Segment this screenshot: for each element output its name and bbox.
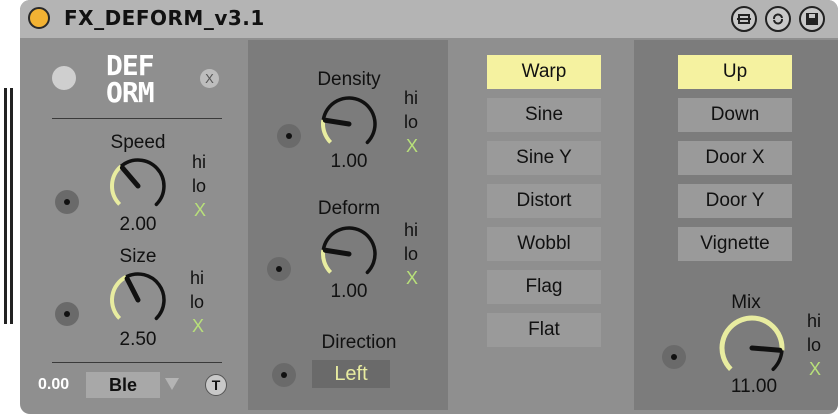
deform-knob[interactable] bbox=[317, 222, 381, 286]
blend-dropdown[interactable]: Ble bbox=[86, 372, 160, 398]
direction-option[interactable]: Door Y bbox=[678, 184, 792, 218]
blend-dropdown-value: Ble bbox=[108, 374, 137, 395]
deform-label: Deform bbox=[317, 198, 381, 219]
speed-mod-button[interactable] bbox=[55, 190, 79, 214]
refresh-icon[interactable] bbox=[765, 6, 791, 32]
density-lo[interactable]: lo bbox=[404, 112, 418, 133]
density-mod-button[interactable] bbox=[277, 124, 301, 148]
mode-option[interactable]: Warp bbox=[487, 55, 601, 89]
t-button-label: T bbox=[211, 377, 221, 393]
logo-line-2: ORM bbox=[106, 76, 155, 109]
speed-knob-track bbox=[119, 158, 166, 207]
speed-knob[interactable] bbox=[106, 154, 170, 218]
speed-value: 2.00 bbox=[119, 214, 157, 235]
activity-indicator bbox=[52, 66, 76, 90]
speed-knob-arc bbox=[110, 164, 123, 206]
deform-hi[interactable]: hi bbox=[404, 220, 418, 241]
deform-mod-button[interactable] bbox=[267, 257, 291, 281]
mix-knob-pointer bbox=[749, 345, 783, 353]
size-knob[interactable] bbox=[106, 268, 170, 332]
device-activator-button[interactable] bbox=[28, 7, 50, 29]
right-panel: Up Down Door X Door Y Vignette Mix 11.00 hi … bbox=[634, 40, 838, 410]
size-x[interactable]: X bbox=[192, 316, 204, 337]
logo-line-1: DEF bbox=[106, 49, 155, 82]
mix-knob-track bbox=[771, 348, 784, 371]
direction-display[interactable]: Left bbox=[312, 360, 390, 388]
density-hi[interactable]: hi bbox=[404, 88, 418, 109]
mode-option[interactable]: Sine Y bbox=[487, 141, 601, 175]
mix-lo[interactable]: lo bbox=[807, 335, 821, 356]
mix-x[interactable]: X bbox=[809, 359, 821, 380]
middle-panel: Density 1.00 hi lo X Deform 1.00 hi lo X… bbox=[248, 40, 448, 410]
mix-knob-arc bbox=[719, 315, 785, 371]
mix-knob[interactable] bbox=[716, 312, 788, 384]
direction-label: Direction bbox=[321, 332, 397, 353]
direction-value: Left bbox=[334, 362, 368, 385]
deform-knob-pointer bbox=[322, 247, 352, 257]
deform-value: 1.00 bbox=[330, 281, 368, 302]
speed-lo[interactable]: lo bbox=[192, 176, 206, 197]
mode-option[interactable]: Wobbl bbox=[487, 227, 601, 261]
speed-hi[interactable]: hi bbox=[192, 152, 206, 173]
device: FX_DEFORM_v3.1 DEF ORM X Speed 2.00 hi l… bbox=[20, 0, 838, 414]
size-label: Size bbox=[119, 246, 157, 267]
size-knob-track bbox=[124, 272, 166, 321]
mode-option[interactable]: Flag bbox=[487, 270, 601, 304]
title-bar: FX_DEFORM_v3.1 bbox=[20, 0, 838, 38]
mode-option[interactable]: Distort bbox=[487, 184, 601, 218]
speed-label: Speed bbox=[110, 132, 166, 153]
mix-mod-button[interactable] bbox=[662, 345, 686, 369]
size-value: 2.50 bbox=[119, 329, 157, 350]
mix-value: 11.00 bbox=[730, 376, 778, 397]
direction-option[interactable]: Up bbox=[678, 55, 792, 89]
direction-option[interactable]: Door X bbox=[678, 141, 792, 175]
density-x[interactable]: X bbox=[406, 136, 418, 157]
size-lo[interactable]: lo bbox=[190, 292, 204, 313]
speed-knob-pointer bbox=[119, 165, 141, 189]
hot-swap-icon[interactable] bbox=[731, 6, 757, 32]
size-knob-pointer bbox=[124, 276, 141, 303]
divider-top bbox=[52, 118, 222, 119]
chevron-down-icon[interactable] bbox=[164, 377, 180, 391]
divider-bottom bbox=[52, 362, 222, 363]
edge-bars bbox=[4, 88, 7, 324]
deform-x[interactable]: X bbox=[406, 268, 418, 289]
edge-bars-2 bbox=[10, 88, 13, 324]
device-title: FX_DEFORM_v3.1 bbox=[64, 6, 265, 30]
mix-hi[interactable]: hi bbox=[807, 311, 821, 332]
size-hi[interactable]: hi bbox=[190, 268, 204, 289]
footer-value[interactable]: 0.00 bbox=[38, 376, 69, 394]
size-mod-button[interactable] bbox=[55, 302, 79, 326]
mode-option[interactable]: Sine bbox=[487, 98, 601, 132]
direction-option[interactable]: Down bbox=[678, 98, 792, 132]
speed-x[interactable]: X bbox=[194, 200, 206, 221]
logo-close-button[interactable]: X bbox=[200, 69, 219, 88]
density-label: Density bbox=[317, 69, 381, 90]
mix-label: Mix bbox=[731, 292, 761, 313]
close-icon: X bbox=[205, 71, 214, 86]
save-icon[interactable] bbox=[799, 6, 825, 32]
mode-option[interactable]: Flat bbox=[487, 313, 601, 347]
density-knob-pointer bbox=[322, 117, 352, 127]
deform-logo: DEF ORM bbox=[106, 52, 176, 108]
size-knob-arc bbox=[110, 275, 128, 320]
t-button[interactable]: T bbox=[205, 374, 227, 396]
deform-lo[interactable]: lo bbox=[404, 244, 418, 265]
density-value: 1.00 bbox=[330, 151, 368, 172]
density-knob[interactable] bbox=[317, 92, 381, 156]
direction-option[interactable]: Vignette bbox=[678, 227, 792, 261]
direction-mod-button[interactable] bbox=[272, 363, 296, 387]
